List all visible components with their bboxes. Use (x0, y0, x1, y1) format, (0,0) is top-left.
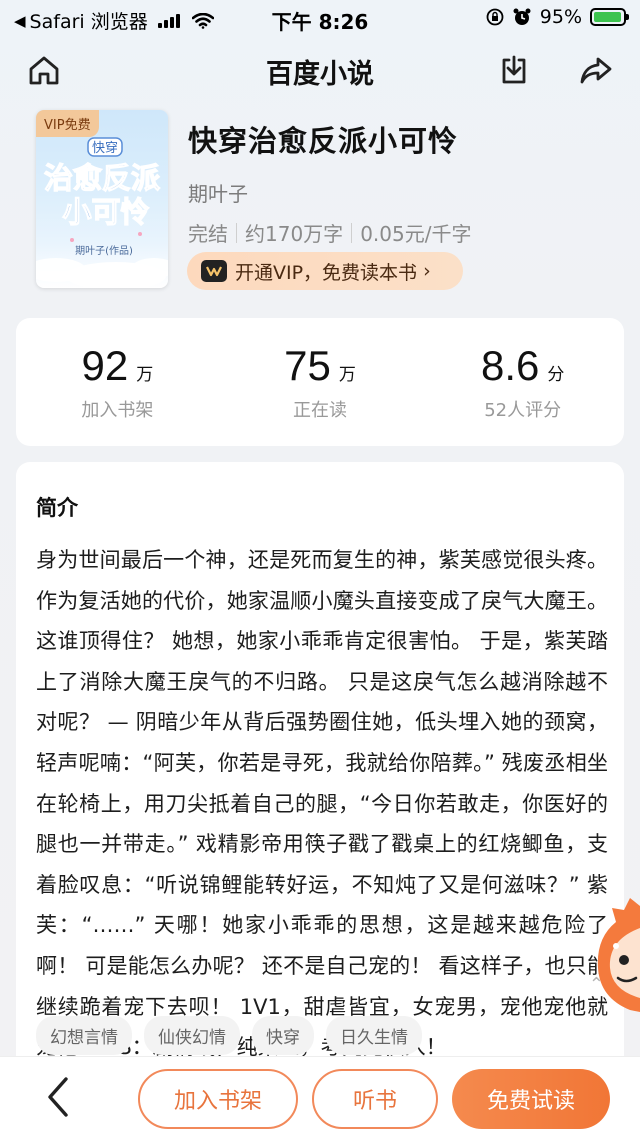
stat-unit: 万 (136, 365, 154, 385)
meta-divider (236, 222, 237, 243)
meta-divider (351, 222, 353, 243)
listen-button[interactable]: 听书 (312, 1069, 438, 1129)
battery-icon (590, 8, 629, 26)
cover-vip-badge: VIP免费 (36, 110, 99, 137)
stat-reading: 75 万 正在读 (219, 318, 422, 446)
tag-list: 幻想言情 仙侠幻情 快穿 日久生情 (36, 1016, 422, 1055)
book-title: 快穿治愈反派小可怜 (188, 124, 459, 158)
mascot-icon[interactable] (590, 898, 640, 1018)
vip-crown-icon (201, 260, 227, 282)
stat-value: 92 (81, 342, 129, 389)
stat-rating[interactable]: 8.6 分 52人评分 (421, 318, 624, 446)
intro-heading: 简介 (36, 496, 78, 520)
stat-label: 52人评分 (484, 400, 562, 421)
tag-item[interactable]: 快穿 (252, 1016, 314, 1055)
tag-item[interactable]: 日久生情 (326, 1016, 422, 1055)
cover-title-line2: 小可怜 (62, 195, 149, 229)
stat-unit: 分 (547, 365, 565, 385)
add-to-shelf-button[interactable]: 加入书架 (138, 1069, 298, 1129)
stat-label: 正在读 (293, 400, 347, 421)
status-bar: ◀ Safari 浏览器 下午 8:26 95% (0, 0, 640, 36)
battery-percent: 95% (539, 6, 582, 28)
cover-title-line1: 治愈反派 (44, 161, 160, 195)
intro-text: 身为世间最后一个神，还是死而复生的神，紫芙感觉很头疼。 作为复活她的代价，她家温… (36, 548, 608, 1060)
chevron-right-icon: › (423, 260, 431, 282)
cover-tag: 快穿 (92, 140, 118, 156)
open-vip-button[interactable]: 开通VIP，免费读本书 › (187, 252, 463, 290)
cover-art: 快穿 治愈反派 小可怜 期叶子(作品) (36, 137, 168, 288)
stat-value: 8.6 (480, 342, 540, 389)
tag-item[interactable]: 仙侠幻情 (144, 1016, 240, 1055)
share-icon[interactable] (578, 52, 614, 88)
book-author[interactable]: 期叶子 (188, 178, 248, 207)
stat-value: 75 (284, 342, 331, 389)
chevron-left-icon[interactable] (40, 1075, 76, 1119)
tag-item[interactable]: 幻想言情 (36, 1016, 132, 1055)
battery-fill (594, 12, 621, 22)
cover-author: 期叶子(作品) (75, 245, 133, 257)
book-price: 0.05元/千字 (360, 222, 472, 246)
intro-card: 简介 身为世间最后一个神，还是死而复生的神，紫芙感觉很头疼。 作为复活她的代价，… (16, 462, 624, 1082)
lock-rotation-icon (486, 8, 504, 26)
alarm-icon (513, 8, 531, 25)
free-read-button[interactable]: 免费试读 (452, 1069, 610, 1129)
nav-bar: 百度小说 (0, 38, 640, 102)
page-title: 百度小说 (266, 59, 374, 90)
download-icon[interactable] (496, 52, 532, 88)
book-meta: 完结 约170万字 0.05元/千字 (188, 218, 471, 247)
book-word-count: 约170万字 (245, 222, 344, 246)
bottom-bar: 加入书架 听书 免费试读 (0, 1056, 640, 1139)
book-cover[interactable]: 快穿 治愈反派 小可怜 期叶子(作品) VIP免费 (36, 110, 168, 288)
stat-label: 加入书架 (81, 400, 154, 421)
stat-shelf: 92 万 加入书架 (16, 318, 219, 446)
open-vip-label: 开通VIP，免费读本书 (235, 261, 418, 284)
book-status: 完结 (188, 222, 228, 246)
status-bar-right: 95% (486, 6, 629, 28)
stats-card: 92 万 加入书架 75 万 正在读 8.6 分 52人评分 (16, 318, 624, 446)
stat-unit: 万 (338, 365, 356, 385)
